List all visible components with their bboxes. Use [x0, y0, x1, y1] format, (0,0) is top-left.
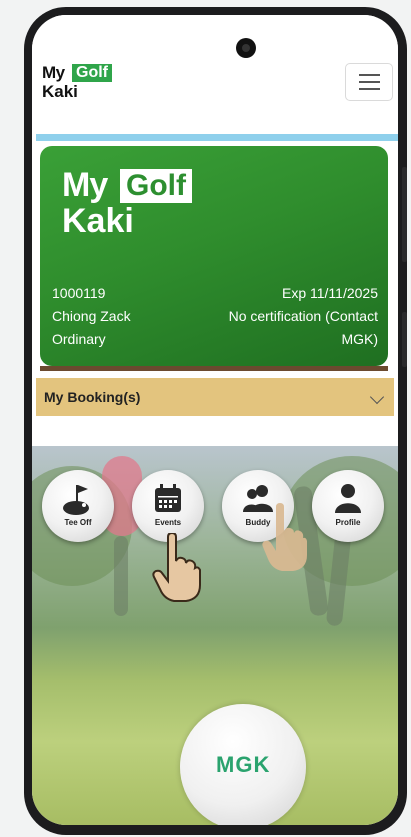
app-screen: My Golf Kaki My Golf Kaki 1000119 Exp 11… — [32, 15, 398, 825]
person-icon — [335, 484, 361, 513]
tee-off-label: Tee Off — [64, 518, 92, 527]
card-shadow-strip — [40, 366, 388, 371]
member-certification: No certification (Contact — [228, 308, 378, 324]
pointing-hand-icon — [262, 503, 307, 571]
certification-contact: MGK) — [341, 331, 378, 347]
card-row-id: 1000119 Exp 11/11/2025 — [52, 285, 378, 301]
golfer-leg — [114, 536, 128, 616]
events-label: Events — [154, 518, 182, 527]
hamburger-menu-button[interactable] — [345, 63, 393, 101]
profile-button[interactable]: Profile — [312, 470, 384, 542]
spacer — [36, 416, 394, 446]
calendar-icon — [155, 484, 181, 512]
member-expiry: Exp 11/11/2025 — [281, 285, 378, 301]
my-bookings-label: My Booking(s) — [44, 389, 141, 405]
header-divider — [36, 134, 398, 141]
events-button[interactable]: Events — [132, 470, 204, 542]
profile-label: Profile — [335, 518, 361, 527]
member-card: My Golf Kaki 1000119 Exp 11/11/2025 Chio… — [40, 146, 388, 366]
power-button — [402, 312, 407, 367]
card-row-name: Chiong Zack No certification (Contact — [52, 308, 378, 324]
menu-line-icon — [359, 88, 380, 90]
card-logo-my: My — [62, 166, 108, 204]
logo-text-kaki: Kaki — [42, 82, 78, 101]
ball-brand-text: MGK — [216, 752, 271, 777]
logo-badge-golf: Golf — [72, 64, 112, 82]
menu-line-icon — [359, 74, 380, 76]
chevron-down-icon[interactable] — [369, 389, 385, 405]
golf-flag-icon — [63, 485, 89, 515]
logo-text-my: My — [42, 63, 65, 82]
membership-type: Ordinary — [52, 331, 106, 347]
card-logo-kaki: Kaki — [62, 202, 134, 240]
pointing-hand-icon — [152, 533, 201, 602]
member-name: Chiong Zack — [52, 308, 131, 324]
golf-ball-graphic: MGK — [180, 704, 306, 825]
front-camera — [236, 38, 256, 58]
app-header: My Golf Kaki — [32, 15, 398, 133]
member-id: 1000119 — [52, 285, 106, 301]
my-bookings-accordion[interactable]: My Booking(s) — [36, 378, 394, 416]
tee-off-button[interactable]: Tee Off — [42, 470, 114, 542]
app-logo[interactable]: My Golf Kaki — [42, 63, 132, 103]
card-logo-golf: Golf — [120, 169, 192, 203]
card-row-type: Ordinary MGK) — [52, 331, 378, 347]
volume-button — [402, 167, 407, 262]
menu-line-icon — [359, 81, 380, 83]
